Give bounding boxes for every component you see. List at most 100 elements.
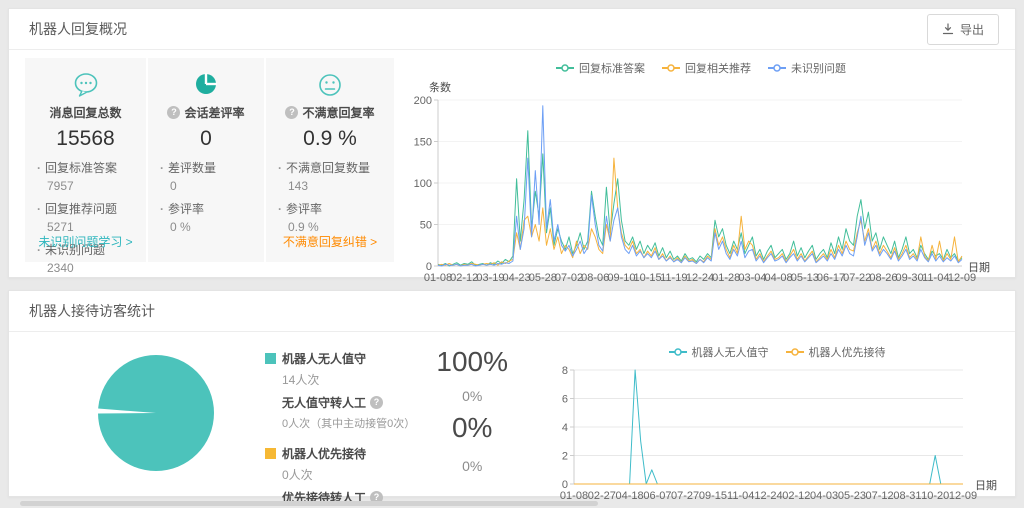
svg-text:12-09: 12-09	[948, 272, 976, 284]
svg-text:02-12: 02-12	[782, 490, 810, 502]
stat-cards: 消息回复总数 15568 回复标准答案 7957 回复推荐问题 5271 未识别…	[25, 58, 394, 291]
neutral-face-icon	[266, 70, 394, 102]
page-title: 机器人回复概况	[29, 21, 127, 37]
list-item: 参评率 0.9 %	[278, 200, 386, 234]
svg-text:06-17: 06-17	[817, 272, 845, 284]
list-item: 差评数量 0	[160, 159, 256, 193]
unattended-transfer-percent: 0%	[462, 388, 483, 404]
priority-transfer-percent: 0%	[462, 458, 483, 474]
svg-text:100: 100	[414, 178, 432, 190]
card-title: 会话差评率	[148, 104, 264, 121]
svg-text:4: 4	[562, 422, 568, 434]
legend-item[interactable]: 回复相关推荐	[661, 60, 751, 76]
list-item: 参评率 0 %	[160, 200, 256, 234]
visitor-pie-chart	[81, 340, 231, 508]
svg-text:09-30: 09-30	[896, 272, 924, 284]
chart-legend: 回复标准答案 回复相关推荐 未识别问题	[402, 58, 999, 78]
svg-text:08-31: 08-31	[893, 490, 921, 502]
svg-text:06-07: 06-07	[643, 490, 671, 502]
line-chart-svg: 02468日期01-08 02-27 04-18 06-07 07-27 09-15 11-…	[560, 365, 997, 502]
legend-item[interactable]: 机器人无人值守	[668, 344, 769, 360]
list-item: 不满意回复数量 143	[278, 159, 386, 193]
x-axis-labels: 01-08 02-27 04-18 06-07 07-27 09-15 11-04 12-24…	[560, 490, 977, 502]
correct-unsatisfied-link[interactable]: 不满意回复纠错 >	[266, 233, 394, 250]
svg-text:12-24: 12-24	[686, 272, 714, 284]
panel-header: 机器人接待访客统计	[9, 291, 1015, 332]
legend-group-unattended: 机器人无人值守 14人次 无人值守转人工 0人次（其中主动接管0次）	[265, 350, 416, 431]
reply-overview-panel: 机器人回复概况 导出 消息回复总数 15568 · 回复标准答案 7957 · …	[8, 8, 1016, 284]
svg-text:07-12: 07-12	[866, 490, 894, 502]
line-chart-svg: 050100150200条数日期01-0802-1203-1904-2305-2…	[414, 80, 990, 284]
reply-trend-chart: 回复标准答案 回复相关推荐 未识别问题 0 50 100 150 200 条数 日期 01-08 02…	[402, 58, 999, 291]
svg-text:11-04: 11-04	[922, 272, 949, 284]
help-icon[interactable]	[285, 106, 299, 119]
priority-percent: 0%	[451, 412, 493, 443]
unsatisfied-value: 0.9 %	[303, 127, 357, 150]
visitor-stats-panel: 机器人接待访客统计 机器人无人值守 14人次 无人值守转人工 0人次（其中主动接…	[8, 290, 1016, 505]
teal-swatch-icon	[265, 353, 276, 364]
chat-bubble-icon	[25, 70, 146, 102]
legend-item[interactable]: 未识别问题	[767, 60, 846, 76]
svg-text:12-24: 12-24	[754, 490, 782, 502]
svg-text:05-28: 05-28	[529, 272, 557, 284]
svg-text:10-15: 10-15	[634, 272, 662, 284]
unattended-percent: 100%	[436, 346, 509, 377]
svg-text:03-04: 03-04	[738, 272, 766, 284]
list-item: 回复推荐问题 5271	[37, 200, 138, 234]
svg-text:11-04: 11-04	[727, 490, 754, 502]
chart-legend: 机器人无人值守 机器人优先接待	[554, 342, 999, 362]
svg-text:日期: 日期	[975, 479, 997, 492]
svg-text:04-23: 04-23	[503, 272, 531, 284]
svg-text:09-15: 09-15	[699, 490, 727, 502]
card-title: 不满意回复率	[266, 104, 394, 121]
svg-text:150: 150	[414, 137, 432, 149]
svg-text:02-12: 02-12	[450, 272, 478, 284]
svg-text:07-27: 07-27	[671, 490, 699, 502]
svg-text:05-13: 05-13	[791, 272, 819, 284]
help-icon[interactable]	[370, 396, 384, 409]
pie-chart-svg	[98, 355, 214, 471]
legend-item[interactable]: 回复标准答案	[555, 60, 645, 76]
stat-card-total-replies: 消息回复总数 15568 回复标准答案 7957 回复推荐问题 5271 未识别…	[25, 58, 146, 275]
export-label: 导出	[959, 22, 984, 37]
svg-text:05-23: 05-23	[838, 490, 866, 502]
svg-text:03-19: 03-19	[476, 272, 504, 284]
help-icon[interactable]	[167, 106, 181, 119]
svg-text:07-22: 07-22	[843, 272, 871, 284]
download-icon	[942, 23, 954, 35]
svg-text:04-08: 04-08	[765, 272, 793, 284]
svg-text:12-09: 12-09	[949, 490, 977, 502]
list-item: 回复标准答案 7957	[37, 159, 138, 193]
panel-header: 机器人回复概况 导出	[9, 9, 1015, 50]
svg-text:04-18: 04-18	[616, 490, 644, 502]
svg-text:2: 2	[562, 451, 568, 463]
pie-legend: 机器人无人值守 14人次 无人值守转人工 0人次（其中主动接管0次） 机器人优先…	[265, 336, 416, 508]
svg-text:01-28: 01-28	[712, 272, 740, 284]
learn-unrecognized-link[interactable]: 未识别问题学习 >	[25, 233, 146, 250]
svg-text:04-03: 04-03	[810, 490, 838, 502]
section-title: 机器人接待访客统计	[29, 303, 155, 319]
total-replies-value: 15568	[56, 127, 115, 150]
legend-item[interactable]: 机器人优先接待	[785, 344, 886, 360]
stat-card-unsatisfied: 不满意回复率 0.9 % 不满意回复数量 143 参评率 0.9 % 不满意回复…	[266, 58, 394, 262]
export-button[interactable]: 导出	[926, 13, 999, 45]
svg-text:8: 8	[562, 365, 568, 377]
svg-text:50: 50	[420, 220, 432, 232]
svg-text:200: 200	[414, 95, 432, 107]
legend-group-priority: 机器人优先接待 0人次 优先接待转人工 0人次（其中主动接管0次）	[265, 445, 416, 508]
svg-text:10-20: 10-20	[921, 490, 949, 502]
yellow-swatch-icon	[265, 448, 276, 459]
svg-text:11-19: 11-19	[660, 272, 687, 284]
svg-text:08-06: 08-06	[581, 272, 609, 284]
x-axis-labels: 01-0802-1203-1904-2305-2807-0208-0609-10…	[424, 272, 976, 284]
svg-text:07-02: 07-02	[555, 272, 583, 284]
stat-card-bad-rating: 会话差评率 0 差评数量 0 参评率 0 %	[148, 58, 264, 262]
svg-text:6: 6	[562, 394, 568, 406]
percent-column: 100% 0% 0% 0%	[416, 336, 528, 508]
svg-text:01-08: 01-08	[424, 272, 452, 284]
visitor-trend-chart: 机器人无人值守 机器人优先接待 0 2 4 6 8 日期 01-08 02-27 04-18 06-0…	[554, 336, 999, 508]
horizontal-scrollbar[interactable]	[20, 501, 598, 506]
pie-icon	[148, 70, 264, 102]
svg-text:09-10: 09-10	[607, 272, 635, 284]
svg-text:08-26: 08-26	[869, 272, 897, 284]
